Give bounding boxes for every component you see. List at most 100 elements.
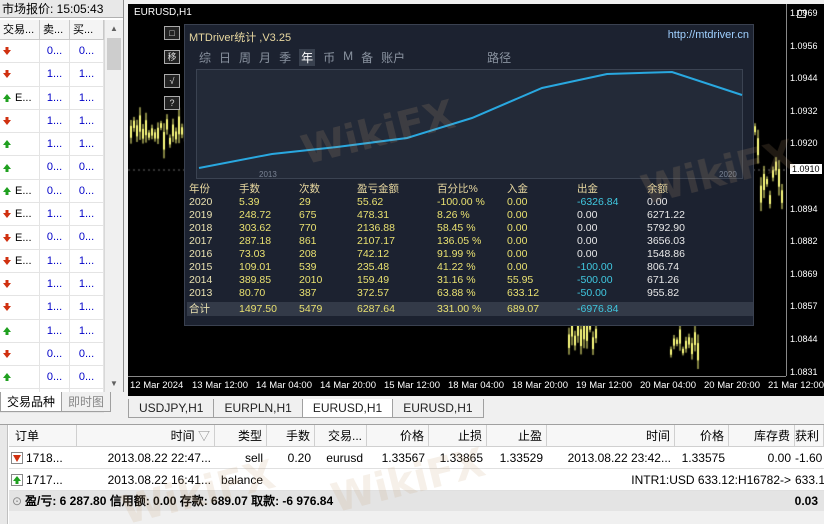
market-watch-row[interactable]: E... 0... 0...	[0, 226, 104, 250]
scroll-up-arrow-icon[interactable]: ▲	[105, 20, 123, 37]
stats-cell: 235.48	[357, 261, 390, 273]
mtdriver-path-tab[interactable]: 路径	[487, 49, 511, 66]
y-axis-label: 1.0844	[790, 334, 818, 344]
market-watch-row[interactable]: 1... 1...	[0, 319, 104, 343]
col-profit[interactable]: 获利	[795, 425, 824, 446]
y-axis-label: 1.0869	[790, 268, 818, 279]
stats-cell: 0.00	[577, 222, 598, 234]
mtdriver-tab[interactable]: 币	[323, 49, 335, 66]
stats-cell: 41.22 %	[437, 261, 476, 273]
sell-order-icon	[11, 451, 23, 464]
scroll-down-arrow-icon[interactable]: ▼	[105, 375, 123, 392]
mtdriver-tab[interactable]: 日	[219, 49, 231, 66]
bid-cell: 0...	[40, 156, 70, 179]
col-time[interactable]: 时间 ▽	[77, 425, 215, 446]
symbol-cell	[0, 319, 40, 342]
mtdriver-tab[interactable]: 周	[239, 49, 251, 66]
chart-button-move[interactable]: 移	[164, 50, 180, 64]
mtdriver-tab[interactable]: 备	[361, 49, 373, 66]
stats-total-row: 合计 1497.50 5479 6287.64 331.00 % 689.07 -6976.…	[187, 302, 753, 316]
market-watch-row[interactable]: E... 1... 1...	[0, 203, 104, 227]
market-watch-row[interactable]: E... 0... 0...	[0, 179, 104, 204]
symbol-cell	[0, 63, 40, 86]
tab-symbols[interactable]: 交易品种	[0, 392, 63, 412]
down-arrow-icon	[3, 280, 11, 289]
symbol-name: E...	[15, 208, 32, 221]
market-watch-row[interactable]: 0... 0...	[0, 366, 104, 390]
stats-header-cell: 年份	[189, 183, 210, 195]
stats-row: 2019 248.72 675 478.31 8.26 % 0.00 0.00 6271.22	[187, 209, 753, 222]
col-swap[interactable]: 库存费	[729, 425, 795, 446]
market-watch-row[interactable]: 1... 1...	[0, 296, 104, 320]
column-symbol[interactable]: 交易...	[0, 20, 40, 39]
bid-cell: 0...	[40, 342, 70, 366]
balance-profit: 633.12	[795, 473, 824, 487]
stats-cell: -50.00	[577, 287, 607, 299]
mtdriver-tab[interactable]: 账户	[381, 49, 405, 66]
y-axis-label: 1.0882	[790, 236, 818, 247]
x-axis-label: 20 Mar 04:00	[640, 380, 696, 391]
stats-cell: 0.00	[507, 222, 528, 234]
market-watch-row[interactable]: 0... 0...	[0, 40, 104, 64]
market-watch-row[interactable]: E... 1... 1...	[0, 86, 104, 110]
stats-cell: -500.00	[577, 274, 613, 286]
col-close-price[interactable]: 价格	[675, 425, 729, 446]
col-price[interactable]: 价格	[367, 425, 429, 446]
market-watch-row[interactable]: 0... 0...	[0, 342, 104, 367]
stats-total-cell: 1497.50	[239, 303, 277, 315]
market-watch-row[interactable]: 1... 1...	[0, 133, 104, 157]
mtdriver-tab[interactable]: 月	[259, 49, 271, 66]
ask-cell: 0...	[70, 40, 104, 63]
chart-tab[interactable]: USDJPY,H1	[128, 399, 215, 418]
stats-cell: 159.49	[357, 274, 390, 286]
market-watch-row[interactable]: E... 1... 1...	[0, 249, 104, 273]
col-order[interactable]: 订单	[9, 425, 77, 446]
tab-tick-chart[interactable]: 即时图	[62, 392, 112, 412]
symbol-cell	[0, 109, 40, 133]
chart-title: EURUSD,H1	[134, 7, 192, 18]
chart-button-window[interactable]: □	[164, 26, 180, 40]
mtdriver-tab[interactable]: M	[343, 49, 353, 66]
stats-header-cell: 盈亏金额	[357, 183, 399, 195]
stats-total-cell: 331.00 %	[437, 303, 482, 315]
x-axis-label: 14 Mar 04:00	[256, 380, 312, 391]
chart-tab[interactable]: EURPLN,H1	[213, 399, 303, 418]
column-ask[interactable]: 买...	[70, 20, 104, 39]
chart-tab[interactable]: EURUSD,H1	[301, 399, 394, 418]
col-close-time[interactable]: 时间	[547, 425, 675, 446]
col-lots[interactable]: 手数	[267, 425, 315, 446]
market-watch-row[interactable]: 1... 1...	[0, 63, 104, 87]
col-symbol[interactable]: 交易...	[315, 425, 367, 446]
stats-cell: 633.12	[507, 287, 540, 299]
y-axis-label: 1.0969	[790, 8, 818, 18]
mtdriver-tab[interactable]: 综	[199, 49, 211, 66]
column-bid[interactable]: 卖...	[40, 20, 70, 39]
down-arrow-icon	[3, 256, 11, 265]
scroll-thumb[interactable]	[107, 38, 121, 70]
col-type[interactable]: 类型	[215, 425, 267, 446]
bid-cell: 1...	[40, 86, 70, 109]
market-watch-scrollbar[interactable]: ▲ ▼	[104, 20, 123, 392]
mtdriver-tab[interactable]: 季	[279, 49, 291, 66]
stats-cell: 0.00	[577, 248, 598, 260]
symbol-cell	[0, 366, 40, 389]
order-cell: 1718...	[9, 447, 77, 468]
market-watch-title: 市场报价: 15:05:43	[0, 0, 123, 18]
stats-cell: 91.99 %	[437, 248, 476, 260]
chart-tab[interactable]: EURUSD,H1	[392, 399, 484, 418]
market-watch-row[interactable]: 1... 1...	[0, 272, 104, 297]
ask-cell: 1...	[70, 63, 104, 86]
down-arrow-icon	[3, 210, 11, 219]
market-watch-row[interactable]: 1... 1...	[0, 109, 104, 134]
y-axis-label: 1.0932	[790, 105, 818, 116]
stats-cell: 63.88 %	[437, 287, 476, 299]
mtdriver-url-link[interactable]: http://mtdriver.cn	[668, 29, 749, 41]
col-tp[interactable]: 止盈	[487, 425, 547, 446]
chart-button-help[interactable]: ?	[164, 96, 180, 110]
market-watch-row[interactable]: 0... 0...	[0, 156, 104, 180]
x-axis-label: 21 Mar 12:00	[768, 380, 824, 391]
order-lots: 0.20	[287, 451, 311, 465]
symbol-cell: E...	[0, 179, 40, 203]
chart-button-check[interactable]: √	[164, 74, 180, 88]
mtdriver-tab[interactable]: 年	[299, 49, 316, 66]
